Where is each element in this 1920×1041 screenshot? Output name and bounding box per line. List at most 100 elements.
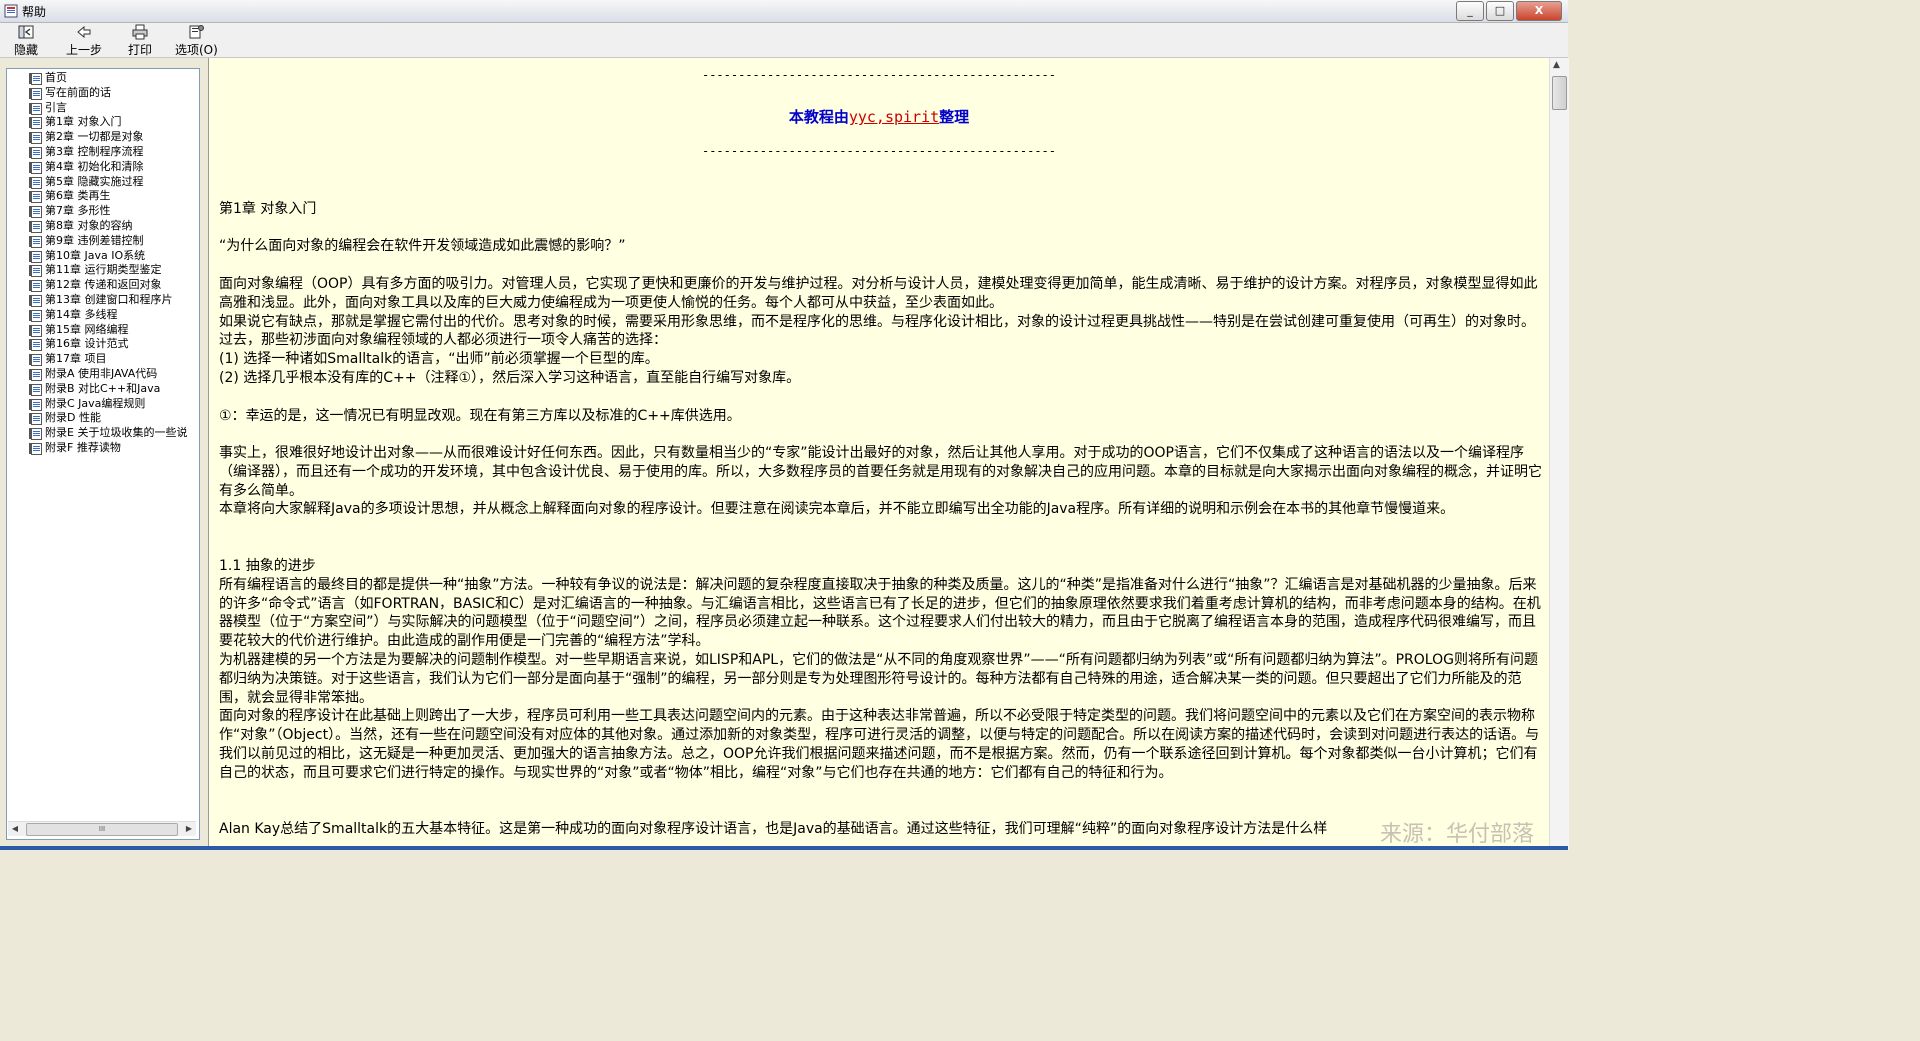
banner-line: 本教程由yyc,spirit整理 (219, 106, 1539, 127)
scroll-thumb[interactable]: III (26, 823, 178, 836)
scroll-thumb[interactable] (1552, 76, 1567, 110)
toc-item-ch16[interactable]: 第16章 设计范式 (7, 337, 199, 352)
toc-item-appendix-e[interactable]: 附录E 关于垃圾收集的一些说 (7, 426, 199, 441)
page-icon (29, 146, 42, 159)
toc-item-ch5[interactable]: 第5章 隐藏实施过程 (7, 175, 199, 190)
toc-item-ch15[interactable]: 第15章 网络编程 (7, 323, 199, 338)
scroll-right-icon[interactable]: ▶ (182, 822, 196, 836)
options-button[interactable]: 选项(O) (175, 24, 218, 58)
page-icon (29, 442, 42, 455)
toc-item-home[interactable]: 首页 (7, 71, 199, 86)
topic-content: ----------------------------------------… (208, 58, 1550, 850)
page-icon (29, 235, 42, 248)
toc-item-ch10[interactable]: 第10章 Java IO系统 (7, 249, 199, 264)
separator-rule: ----------------------------------------… (701, 144, 1056, 158)
watermark: 来源：华付部落 (1379, 822, 1534, 847)
chapter-title: 第1章 对象入门 (219, 201, 317, 217)
page-icon (29, 102, 42, 115)
toc-item-ch8[interactable]: 第8章 对象的容纳 (7, 219, 199, 234)
toc-item-appendix-f[interactable]: 附录F 推荐读物 (7, 441, 199, 456)
help-app-icon (4, 4, 18, 18)
toc-item-ch12[interactable]: 第12章 传递和返回对象 (7, 278, 199, 293)
page-icon (29, 250, 42, 263)
footnote: ①：幸运的是，这一情况已有明显改观。现在有第三方库以及标准的C++库供选用。 (219, 408, 741, 424)
banner-pre: 本教程由 (788, 108, 849, 126)
section-heading: 1.1 抽象的进步 (219, 558, 316, 574)
toc-item-ch14[interactable]: 第14章 多线程 (7, 308, 199, 323)
scroll-up-icon[interactable]: ▲ (1553, 60, 1560, 70)
section-1-1: 1.1 抽象的进步 所有编程语言的最终目的都是提供一种“抽象”方法。一种较有争议… (219, 557, 1544, 783)
body-section-3: Alan Kay总结了Smalltalk的五大基本特征。这是第一种成功的面向对象… (219, 821, 1328, 837)
toc-item-ch2[interactable]: 第2章 一切都是对象 (7, 130, 199, 145)
toc-item-ch11[interactable]: 第11章 运行期类型鉴定 (7, 263, 199, 278)
paragraph: 面向对象编程（OOP）具有多方面的吸引力。对管理人员，它实现了更快和更廉价的开发… (219, 276, 1538, 311)
page-icon (29, 398, 42, 411)
chapter-quote: “为什么面向对象的编程会在软件开发领域造成如此震憾的影响？” (219, 238, 626, 254)
taskbar-strip (0, 846, 1568, 850)
back-label: 上一步 (66, 43, 103, 57)
title-bar: 帮助 _ □ X (0, 0, 1568, 23)
separator-rule: ----------------------------------------… (701, 68, 1056, 82)
page-icon (29, 87, 42, 100)
maximize-button[interactable]: □ (1486, 1, 1514, 21)
paragraph: 面向对象的程序设计在此基础上则跨出了一大步，程序员可利用一些工具表达问题空间内的… (219, 708, 1540, 781)
toc-item-appendix-c[interactable]: 附录C Java编程规则 (7, 397, 199, 412)
toc-item-ch3[interactable]: 第3章 控制程序流程 (7, 145, 199, 160)
toc-item-ch1[interactable]: 第1章 对象入门 (7, 115, 199, 130)
page-icon (29, 324, 42, 337)
toc-item-ch4[interactable]: 第4章 初始化和清除 (7, 160, 199, 175)
paragraph: (1) 选择一种诸如Smalltalk的语言，“出师”前必须掌握一个巨型的库。 (219, 351, 659, 368)
page-icon (29, 354, 42, 367)
page-icon (29, 294, 42, 307)
page-icon (29, 265, 42, 278)
page-icon (29, 132, 42, 145)
toc-item-preface[interactable]: 写在前面的话 (7, 86, 199, 101)
page-icon (29, 428, 42, 441)
toc-item-ch7[interactable]: 第7章 多形性 (7, 204, 199, 219)
page-icon (29, 161, 42, 174)
body-section-1: 面向对象编程（OOP）具有多方面的吸引力。对管理人员，它实现了更快和更廉价的开发… (219, 275, 1544, 388)
page-icon (29, 368, 42, 381)
scroll-left-icon[interactable]: ◀ (8, 822, 22, 836)
hide-pane-icon (18, 25, 34, 39)
page-icon (29, 280, 42, 293)
page-icon (29, 117, 42, 130)
hide-label: 隐藏 (14, 43, 39, 57)
hide-button[interactable]: 隐藏 (14, 24, 38, 58)
print-label: 打印 (128, 43, 153, 57)
banner-post: 整理 (939, 108, 970, 126)
back-button[interactable]: 上一步 (66, 24, 102, 58)
printer-icon (132, 24, 148, 40)
toc-item-ch6[interactable]: 第6章 类再生 (7, 189, 199, 204)
back-arrow-icon (77, 25, 91, 39)
toc-item-ch13[interactable]: 第13章 创建窗口和程序片 (7, 293, 199, 308)
toc-item-intro[interactable]: 引言 (7, 101, 199, 116)
paragraph: 所有编程语言的最终目的都是提供一种“抽象”方法。一种较有争议的说法是：解决问题的… (219, 576, 1541, 650)
banner-link[interactable]: yyc,spirit (849, 108, 939, 126)
toc-item-ch17[interactable]: 第17章 项目 (7, 352, 199, 367)
page-icon (29, 309, 42, 322)
toolbar: 隐藏 上一步 打印 选项(O) (0, 23, 1568, 58)
close-button[interactable]: X (1516, 1, 1562, 21)
toc-item-ch9[interactable]: 第9章 违例差错控制 (7, 234, 199, 249)
body-section-2: 事实上，很难很好地设计出对象——从而很难设计好任何东西。因此，只有数量相当少的“… (219, 444, 1544, 519)
paragraph: 本章将向大家解释Java的多项设计思想，并从概念上解释面向对象的程序设计。但要注… (219, 501, 1455, 518)
content-vertical-scrollbar[interactable]: ▲ (1549, 58, 1569, 850)
print-button[interactable]: 打印 (128, 24, 152, 58)
toc-item-appendix-d[interactable]: 附录D 性能 (7, 411, 199, 426)
page-icon (29, 339, 42, 352)
paragraph: 如果说它有缺点，那就是掌握它需付出的代价。思考对象的时候，需要采用形象思维，而不… (219, 313, 1535, 349)
page-icon (29, 176, 42, 189)
options-label: 选项(O) (175, 43, 218, 57)
contents-pane: 首页 写在前面的话 引言 第1章 对象入门 第2章 一切都是对象 第3章 控制程… (6, 68, 200, 840)
minimize-button[interactable]: _ (1456, 1, 1484, 21)
toc-horizontal-scrollbar[interactable]: ◀ III ▶ (8, 821, 196, 836)
page-icon (29, 413, 42, 426)
toc-item-appendix-b[interactable]: 附录B 对比C++和Java (7, 382, 199, 397)
page-icon (29, 73, 42, 85)
toc-item-appendix-a[interactable]: 附录A 使用非JAVA代码 (7, 367, 199, 382)
paragraph: 为机器建模的另一个方法是为要解决的问题制作模型。对一些早期语言来说，如LISP和… (219, 651, 1538, 706)
paragraph: 事实上，很难很好地设计出对象——从而很难设计好任何东西。因此，只有数量相当少的“… (219, 445, 1542, 499)
window-title: 帮助 (22, 5, 47, 19)
window-controls: _ □ X (1456, 1, 1562, 21)
